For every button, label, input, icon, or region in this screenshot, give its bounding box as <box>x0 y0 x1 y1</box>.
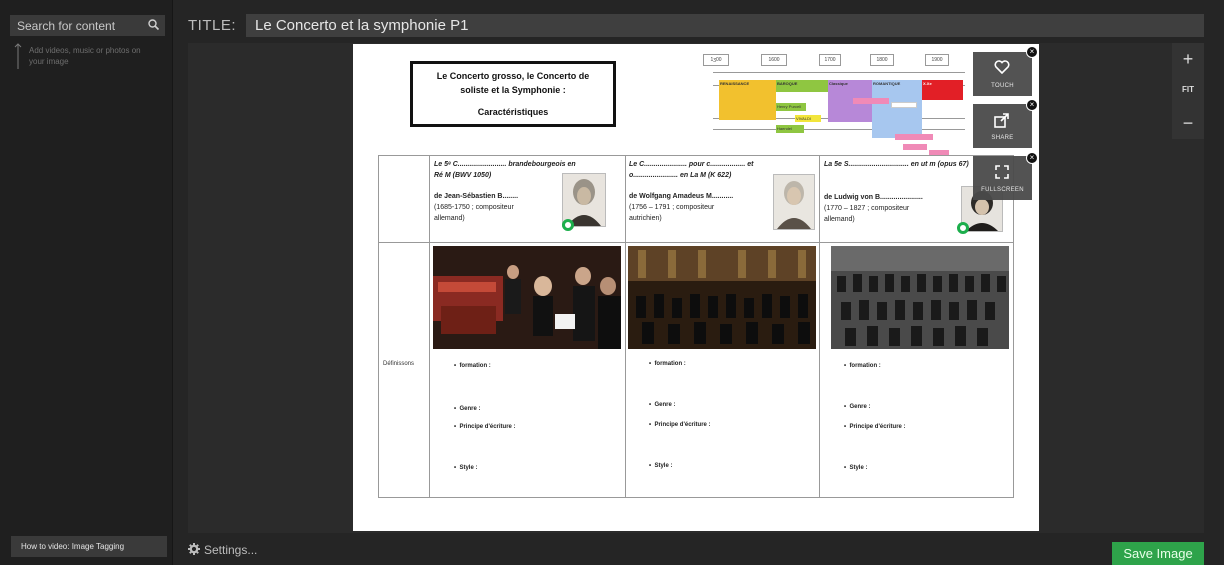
sidebar-hint-text: Add videos, music or photos on your imag… <box>29 46 141 66</box>
timeline-year: 1ʒ00 <box>703 54 729 66</box>
close-fullscreen-icon[interactable]: × <box>1026 152 1038 164</box>
list-item: • Genre : <box>844 404 871 410</box>
table-divider <box>625 156 626 497</box>
share-icon <box>994 113 1009 128</box>
composer-label: Haendel <box>776 125 804 133</box>
bullet-label: Genre : <box>654 402 676 408</box>
fullscreen-label: FULLSCREEN <box>981 187 1024 193</box>
timeline-block <box>853 98 889 104</box>
close-touch-icon[interactable]: × <box>1026 46 1038 58</box>
era-baroque: BAROQUE <box>776 80 828 92</box>
up-arrow-icon <box>14 42 22 70</box>
composer-label: Henry Purcell <box>776 103 806 111</box>
list-item: • Principe d'écriture : <box>649 422 711 428</box>
bullet-label: Principe d'écriture : <box>654 422 711 428</box>
zoom-panel: + FIT − <box>1172 43 1204 139</box>
bullet-label: Principe d'écriture : <box>849 424 906 430</box>
work-title: Le 5ᵉ C......................... brandeb… <box>434 161 576 168</box>
document-title-line: soliste et la Symphonie : <box>460 85 566 95</box>
list-item: • Genre : <box>649 402 676 408</box>
composer-name: de Ludwig von B...................... <box>824 194 923 201</box>
bullet-label: formation : <box>459 363 491 369</box>
share-button[interactable]: SHARE <box>973 104 1032 148</box>
composition-table: Le 5ᵉ C......................... brandeb… <box>378 155 1014 498</box>
settings-label: Settings... <box>204 543 258 557</box>
composer-name: de Jean-Sébastien B........ <box>434 193 519 200</box>
bullet-label: formation : <box>654 361 686 367</box>
document-title-box: Le Concerto grosso, le Concerto de solis… <box>410 61 616 127</box>
timeline-year: 1700 <box>819 54 841 66</box>
mozart-portrait <box>773 174 815 230</box>
list-item: • formation : <box>649 361 686 367</box>
work-title: La 5e S............................... e… <box>824 161 969 168</box>
definitions-label: Définissons <box>383 361 415 367</box>
orchestra-hall-photo <box>628 246 816 349</box>
close-share-icon[interactable]: × <box>1026 99 1038 111</box>
timeline-block <box>895 134 933 140</box>
list-item: • Genre : <box>454 406 481 412</box>
zoom-in-button[interactable]: + <box>1172 49 1204 70</box>
search-icon[interactable] <box>147 18 161 32</box>
zoom-fit-button[interactable]: FIT <box>1172 85 1204 94</box>
list-item: • Style : <box>454 465 478 471</box>
gear-icon <box>188 543 200 558</box>
media-tag-marker[interactable] <box>562 219 574 231</box>
work-key: o....................... en La M (K 622) <box>629 172 732 179</box>
timeline-year: 1800 <box>870 54 894 66</box>
howto-video-button[interactable]: How to video: Image Tagging <box>11 536 167 557</box>
settings-button[interactable]: Settings... <box>188 543 257 558</box>
symphony-orchestra-photo <box>831 246 1009 349</box>
save-image-button[interactable]: Save Image <box>1112 542 1204 565</box>
list-item: • Style : <box>649 463 673 469</box>
composer-name: de Wolfgang Amadeus M........... <box>629 193 734 200</box>
baroque-ensemble-photo <box>433 246 621 349</box>
document-image[interactable]: Le Concerto grosso, le Concerto de solis… <box>353 44 1039 531</box>
document-title-line: Caractéristiques <box>477 107 549 117</box>
list-item: • Style : <box>844 465 868 471</box>
touch-button[interactable]: TOUCH <box>973 52 1032 96</box>
table-divider <box>429 156 430 497</box>
share-label: SHARE <box>991 135 1014 141</box>
era-renaissance: RENAISSANCE <box>719 80 776 120</box>
list-item: • Principe d'écriture : <box>844 424 906 430</box>
bullet-label: Style : <box>654 463 673 469</box>
era-20th-century: X.Xe <box>922 80 963 100</box>
touch-label: TOUCH <box>991 83 1014 89</box>
timeline-year: 1900 <box>925 54 949 66</box>
heart-icon <box>994 60 1010 74</box>
media-tag-marker[interactable] <box>957 222 969 234</box>
fullscreen-button[interactable]: FULLSCREEN <box>973 156 1032 200</box>
title-input[interactable] <box>246 14 1204 37</box>
title-label: TITLE: <box>188 17 237 34</box>
timeline-year: 1600 <box>761 54 787 66</box>
music-history-timeline: 1ʒ00 1600 1700 1800 1900 RENAISSANCE BAR… <box>703 52 965 156</box>
table-divider <box>819 156 820 497</box>
list-item: • formation : <box>844 363 881 369</box>
composer-label: VIVALDI <box>795 115 821 122</box>
bullet-label: Genre : <box>849 404 871 410</box>
bullet-label: Style : <box>459 465 478 471</box>
bullet-label: Style : <box>849 465 868 471</box>
bullet-label: Genre : <box>459 406 481 412</box>
list-item: • Principe d'écriture : <box>454 424 516 430</box>
list-item: • formation : <box>454 363 491 369</box>
bullet-label: formation : <box>849 363 881 369</box>
zoom-out-button[interactable]: − <box>1172 113 1204 134</box>
sidebar: Add videos, music or photos on your imag… <box>0 0 173 565</box>
document-title-line: Le Concerto grosso, le Concerto de <box>436 71 590 81</box>
work-title: Le C...................... pour c.......… <box>629 161 754 168</box>
fullscreen-icon <box>995 165 1009 179</box>
work-key: Ré M (BWV 1050) <box>434 172 492 179</box>
timeline-block <box>891 102 917 108</box>
bullet-label: Principe d'écriture : <box>459 424 516 430</box>
table-divider <box>379 242 1013 243</box>
search-input[interactable] <box>10 15 165 36</box>
timeline-block <box>903 144 927 150</box>
app-window: Add videos, music or photos on your imag… <box>0 0 1224 565</box>
era-romantique: ROMANTIQUE <box>872 80 922 138</box>
